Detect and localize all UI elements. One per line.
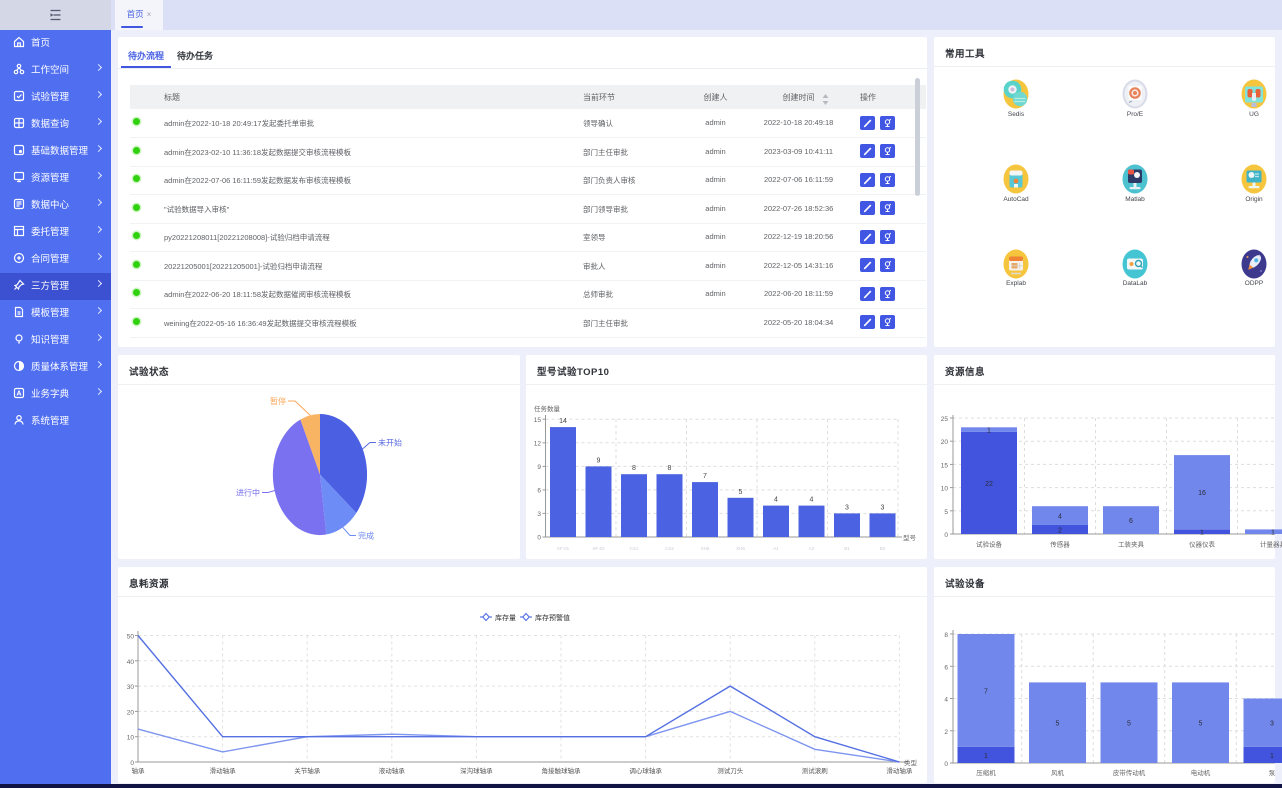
svg-text:8: 8 <box>632 465 636 472</box>
svg-text:4: 4 <box>774 497 778 504</box>
svg-text:2: 2 <box>1058 527 1062 534</box>
svg-text:1: 1 <box>987 428 991 435</box>
svg-text:50: 50 <box>127 634 135 641</box>
svg-text:类型: 类型 <box>904 758 918 767</box>
svg-text:A2: A2 <box>809 546 815 551</box>
svg-text:测试滚刷: 测试滚刷 <box>802 766 828 775</box>
svg-text:皮带传动机: 皮带传动机 <box>1113 768 1146 777</box>
svg-text:库存量: 库存量 <box>495 613 516 622</box>
svg-text:液动轴承: 液动轴承 <box>379 766 406 775</box>
svg-text:调心球轴承: 调心球轴承 <box>629 766 662 775</box>
svg-text:14: 14 <box>559 418 567 425</box>
svg-text:进行中: 进行中 <box>236 488 260 498</box>
svg-text:任务数量: 任务数量 <box>534 404 561 413</box>
svg-text:7: 7 <box>984 688 988 695</box>
svg-text:CS1: CS1 <box>630 546 639 551</box>
svg-text:滑动轴承: 滑动轴承 <box>886 766 913 775</box>
svg-text:XH6: XH6 <box>736 546 745 551</box>
svg-text:9: 9 <box>597 457 601 464</box>
svg-text:7: 7 <box>703 473 707 480</box>
svg-text:XF-01: XF-01 <box>557 546 570 551</box>
svg-text:XF-02: XF-02 <box>592 546 605 551</box>
svg-text:CS2: CS2 <box>665 546 674 551</box>
svg-text:4: 4 <box>944 697 948 704</box>
svg-text:30: 30 <box>127 684 135 691</box>
svg-text:XH5: XH5 <box>701 546 710 551</box>
svg-text:15: 15 <box>534 417 542 424</box>
svg-text:40: 40 <box>127 659 135 666</box>
svg-text:滑动轴承: 滑动轴承 <box>210 766 237 775</box>
svg-text:角接触球轴承: 角接触球轴承 <box>542 766 582 775</box>
svg-text:10: 10 <box>941 486 949 493</box>
svg-text:试验设备: 试验设备 <box>976 540 1003 549</box>
svg-text:传感器: 传感器 <box>1050 540 1070 549</box>
svg-text:2: 2 <box>944 729 948 736</box>
svg-text:A1: A1 <box>773 546 779 551</box>
svg-text:3: 3 <box>881 504 885 511</box>
svg-text:5: 5 <box>1127 721 1131 728</box>
svg-text:压缩机: 压缩机 <box>976 768 996 777</box>
svg-text:1: 1 <box>984 753 988 760</box>
svg-text:5: 5 <box>1199 721 1203 728</box>
svg-text:关节轴承: 关节轴承 <box>294 766 321 775</box>
svg-text:计量器具: 计量器具 <box>1260 540 1282 549</box>
svg-text:1: 1 <box>1200 530 1204 537</box>
svg-text:4: 4 <box>1058 513 1062 520</box>
svg-text:25: 25 <box>941 416 949 423</box>
svg-text:15: 15 <box>941 462 949 469</box>
svg-text:6: 6 <box>537 487 541 494</box>
svg-text:暂停: 暂停 <box>270 396 286 406</box>
svg-text:22: 22 <box>985 481 993 488</box>
svg-text:6: 6 <box>944 664 948 671</box>
svg-text:3: 3 <box>537 511 541 518</box>
svg-text:8: 8 <box>668 465 672 472</box>
svg-text:未开始: 未开始 <box>378 438 402 448</box>
svg-text:3: 3 <box>1270 721 1274 728</box>
svg-text:0: 0 <box>130 760 134 767</box>
svg-text:6: 6 <box>1129 518 1133 525</box>
svg-text:完成: 完成 <box>358 531 374 541</box>
svg-text:16: 16 <box>1198 490 1206 497</box>
svg-text:测试刀头: 测试刀头 <box>717 766 744 775</box>
svg-text:12: 12 <box>534 440 542 447</box>
svg-text:B2: B2 <box>880 546 886 551</box>
svg-text:0: 0 <box>944 761 948 768</box>
svg-text:B1: B1 <box>844 546 850 551</box>
svg-text:深沟球轴承: 深沟球轴承 <box>460 766 493 775</box>
svg-text:工装夹具: 工装夹具 <box>1118 540 1145 549</box>
svg-text:0: 0 <box>537 535 541 542</box>
svg-text:10: 10 <box>127 735 135 742</box>
svg-text:4: 4 <box>810 497 814 504</box>
svg-text:3: 3 <box>845 504 849 511</box>
svg-text:5: 5 <box>739 489 743 496</box>
svg-text:5: 5 <box>944 509 948 516</box>
svg-text:9: 9 <box>537 464 541 471</box>
svg-text:库存预警值: 库存预警值 <box>535 613 570 622</box>
svg-text:型号: 型号 <box>903 533 917 542</box>
svg-text:电动机: 电动机 <box>1191 768 1211 777</box>
svg-text:1: 1 <box>1271 530 1275 537</box>
svg-text:1: 1 <box>1270 753 1274 760</box>
svg-text:轴承: 轴承 <box>132 766 146 775</box>
svg-text:20: 20 <box>127 709 135 716</box>
svg-text:0: 0 <box>944 532 948 539</box>
svg-text:5: 5 <box>1056 721 1060 728</box>
svg-text:仪器仪表: 仪器仪表 <box>1189 540 1216 549</box>
svg-text:泵: 泵 <box>1269 769 1276 777</box>
svg-text:风机: 风机 <box>1051 768 1065 777</box>
svg-text:8: 8 <box>944 632 948 639</box>
svg-text:20: 20 <box>941 439 949 446</box>
